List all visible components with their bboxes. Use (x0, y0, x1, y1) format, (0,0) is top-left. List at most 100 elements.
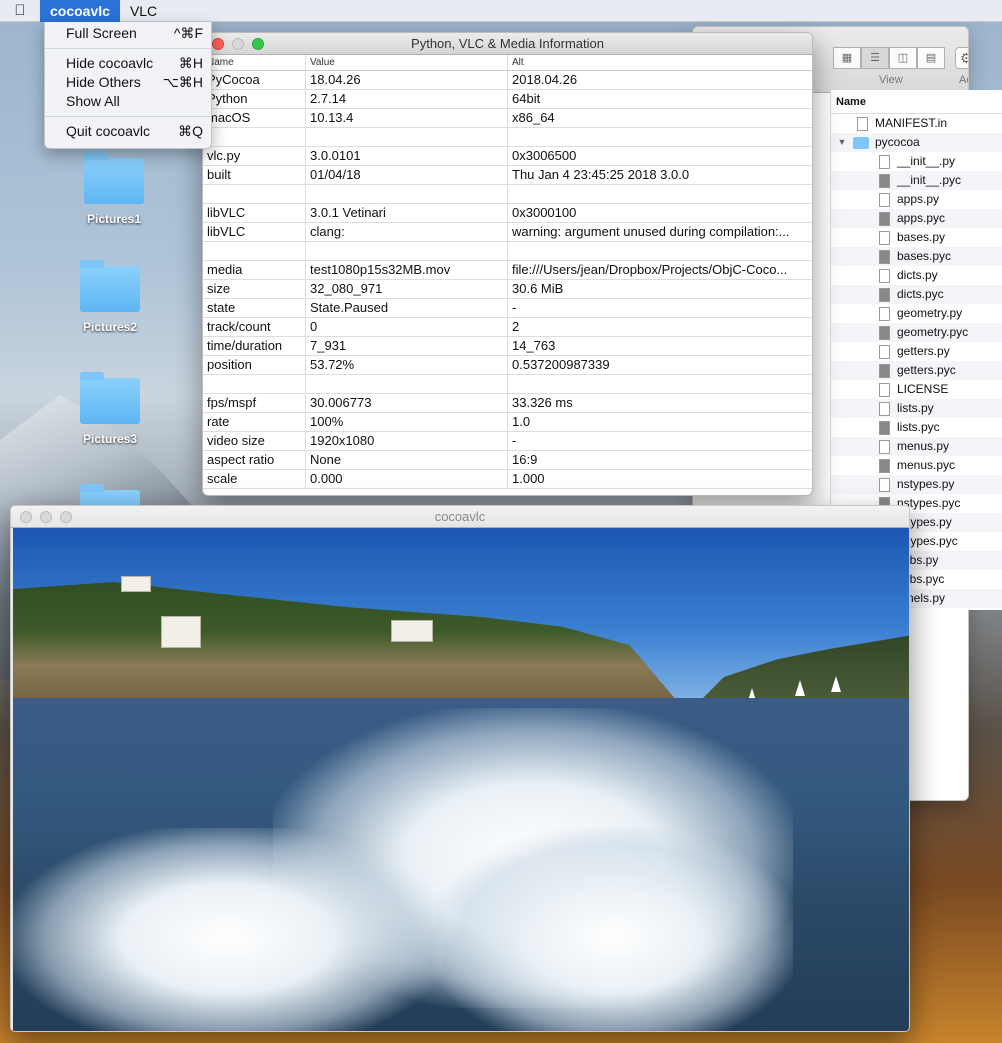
view-label: View (879, 74, 903, 86)
table-row[interactable]: macOS 10.13.4 x86_64 (203, 109, 812, 128)
cell-value: 30.006773 (306, 394, 508, 412)
info-titlebar: Python, VLC & Media Information (203, 33, 812, 55)
column-name[interactable]: Name (203, 55, 306, 70)
list-item[interactable]: lists.pyc (831, 418, 1002, 437)
file-name: __init__.pyc (897, 173, 962, 187)
table-row[interactable]: aspect ratio None 16:9 (203, 451, 812, 470)
menu-item-shortcut: ⌘H (178, 55, 203, 71)
list-item[interactable]: menus.py (831, 437, 1002, 456)
menu-item-hide-app[interactable]: Hide cocoavlc ⌘H (45, 54, 211, 73)
cell-name: time/duration (203, 337, 306, 355)
cell-name: libVLC (203, 223, 306, 241)
cell-alt: 64bit (512, 91, 541, 106)
table-row[interactable]: built 01/04/18 Thu Jan 4 23:45:25 2018 3.0… (203, 166, 812, 185)
column-view-icon[interactable]: ◫ (889, 47, 917, 69)
desktop-folder-pictures3[interactable]: Pictures3 (65, 372, 155, 446)
video-wake (13, 828, 443, 1031)
column-alt[interactable]: Alt (508, 55, 812, 70)
list-item[interactable]: geometry.py (831, 304, 1002, 323)
video-window: cocoavlc (10, 505, 910, 1032)
list-item[interactable]: getters.pyc (831, 361, 1002, 380)
column-header-name[interactable]: Name (831, 90, 1002, 114)
gallery-view-icon[interactable]: ▤ (917, 47, 945, 69)
cell-value: 10.13.4 (306, 109, 508, 127)
list-item[interactable]: dicts.py (831, 266, 1002, 285)
table-row[interactable]: state State.Paused - (203, 299, 812, 318)
zoom-button[interactable] (252, 38, 264, 50)
list-item[interactable]: bases.pyc (831, 247, 1002, 266)
cell-alt: 16:9 (512, 452, 538, 467)
list-item[interactable]: lists.py (831, 399, 1002, 418)
document-icon (879, 344, 890, 359)
table-row[interactable] (203, 128, 812, 147)
table-row[interactable] (203, 242, 812, 261)
table-row[interactable]: PyCocoa 18.04.26 2018.04.26 (203, 71, 812, 90)
table-row[interactable]: position 53.72% 0.537200987339 (203, 356, 812, 375)
gear-icon[interactable]: ⚙▾ (955, 47, 968, 69)
document-icon (879, 325, 890, 340)
video-frame[interactable] (13, 528, 909, 1031)
cell-name (203, 185, 306, 203)
close-button[interactable] (212, 38, 224, 50)
table-row[interactable]: scale 0.000 1.000 (203, 470, 812, 489)
file-name: dicts.pyc (897, 287, 944, 301)
cell-name: built (203, 166, 306, 184)
file-name: LICENSE (897, 382, 949, 396)
table-row[interactable]: size 32_080_971 30.6 MiB (203, 280, 812, 299)
menu-item-hide-others[interactable]: Hide Others ⌥⌘H (45, 73, 211, 92)
list-item[interactable]: nstypes.py (831, 475, 1002, 494)
cell-name: fps/mspf (203, 394, 306, 412)
minimize-button[interactable] (232, 38, 244, 50)
table-row[interactable]: media test1080p15s32MB.mov file:///Users/j… (203, 261, 812, 280)
table-row[interactable] (203, 375, 812, 394)
table-row[interactable] (203, 185, 812, 204)
table-row[interactable]: rate 100% 1.0 (203, 413, 812, 432)
list-item[interactable]: apps.pyc (831, 209, 1002, 228)
table-row[interactable]: vlc.py 3.0.0101 0x3006500 (203, 147, 812, 166)
menu-vlc[interactable]: VLC (120, 0, 167, 22)
minimize-button[interactable] (40, 511, 52, 523)
table-row[interactable]: time/duration 7_931 14_763 (203, 337, 812, 356)
list-item[interactable]: menus.pyc (831, 456, 1002, 475)
apple-icon[interactable]:  (0, 2, 40, 19)
menu-item-show-all[interactable]: Show All (45, 92, 211, 111)
document-icon (879, 192, 890, 207)
list-item[interactable]: getters.py (831, 342, 1002, 361)
menu-item-full-screen[interactable]: Full Screen ^⌘F (45, 24, 211, 43)
cell-alt: 1.0 (512, 414, 531, 429)
menu-separator (45, 48, 211, 49)
list-item[interactable]: LICENSE (831, 380, 1002, 399)
menu-item-label: Show All (66, 93, 120, 109)
list-view-icon[interactable]: ☰ (861, 47, 889, 69)
table-row[interactable]: libVLC 3.0.1 Vetinari 0x3000100 (203, 204, 812, 223)
list-item[interactable]: __init__.py (831, 152, 1002, 171)
cell-alt (508, 128, 812, 146)
table-row[interactable]: track/count 0 2 (203, 318, 812, 337)
cell-name: macOS (203, 109, 306, 127)
list-item[interactable]: dicts.pyc (831, 285, 1002, 304)
column-value[interactable]: Value (306, 55, 508, 70)
close-button[interactable] (20, 511, 32, 523)
icon-view-icon[interactable]: ▦ (833, 47, 861, 69)
list-item[interactable]: MANIFEST.in (831, 114, 1002, 133)
zoom-button[interactable] (60, 511, 72, 523)
desktop-folder-pictures2[interactable]: Pictures2 (65, 260, 155, 334)
desktop-folder-pictures1[interactable]: Pictures1 (69, 152, 159, 226)
list-item[interactable]: __init__.pyc (831, 171, 1002, 190)
app-menu-title[interactable]: cocoavlc (40, 0, 120, 22)
table-row[interactable]: fps/mspf 30.006773 33.326 ms (203, 394, 812, 413)
cell-name: rate (203, 413, 306, 431)
list-item[interactable]: bases.py (831, 228, 1002, 247)
cell-alt: x86_64 (512, 110, 555, 125)
list-item[interactable]: apps.py (831, 190, 1002, 209)
table-row[interactable]: libVLC clang: warning: argument unused dur… (203, 223, 812, 242)
info-table-header: Name Value Alt (203, 55, 812, 71)
table-row[interactable]: video size 1920x1080- (203, 432, 812, 451)
cell-alt: 33.326 ms (512, 395, 573, 410)
table-row[interactable]: Python 2.7.14 64bit (203, 90, 812, 109)
list-item[interactable]: ▼ pycocoa (831, 133, 1002, 152)
video-house (121, 576, 151, 592)
menu-item-quit[interactable]: Quit cocoavlc ⌘Q (45, 122, 211, 141)
disclosure-triangle-icon[interactable]: ▼ (831, 133, 853, 152)
list-item[interactable]: geometry.pyc (831, 323, 1002, 342)
